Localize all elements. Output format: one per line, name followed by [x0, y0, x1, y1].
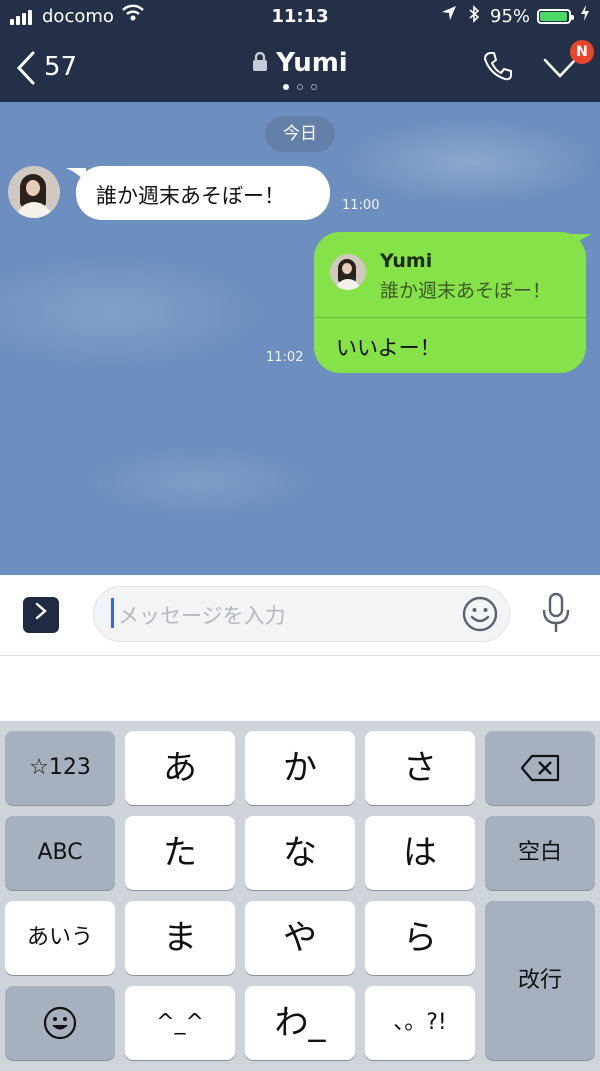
chat-title-text: Yumi [276, 48, 348, 78]
chat-header: docomo 11:13 95% 57 Yumi N [0, 0, 600, 102]
suggestion-area [0, 656, 600, 721]
key-punctuation[interactable]: 、。?! [365, 986, 475, 1060]
emoji-key[interactable] [5, 986, 115, 1060]
emoji-icon [43, 1006, 77, 1040]
quote-text: 誰か週末あそぼー！ [380, 280, 552, 302]
battery-icon [537, 9, 574, 24]
key-abc[interactable]: ABC [5, 816, 115, 890]
battery-percent: 95% [490, 6, 531, 27]
message-placeholder: メッセージを入力 [118, 604, 286, 628]
key-numbers[interactable]: ☆123 [5, 731, 115, 805]
expand-icon [35, 602, 47, 620]
key-sa[interactable]: さ [365, 731, 475, 805]
text-caret [111, 598, 114, 628]
smile-icon [462, 596, 498, 632]
call-button[interactable] [482, 50, 514, 86]
quote-sender: Yumi [380, 250, 433, 272]
quote-avatar [330, 254, 366, 290]
incoming-message[interactable]: 誰か週末あそぼー！ [76, 166, 330, 220]
chat-area[interactable]: 今日 誰か週末あそぼー！ 11:00 Yumi 誰か週末あそぼー！ いいよー！ … [0, 102, 600, 575]
key-kaomoji[interactable]: ^_^ [125, 986, 235, 1060]
key-ma[interactable]: ま [125, 901, 235, 975]
key-na[interactable]: な [245, 816, 355, 890]
key-a[interactable]: あ [125, 731, 235, 805]
notification-badge: N [570, 40, 594, 64]
key-ka[interactable]: か [245, 731, 355, 805]
key-ya[interactable]: や [245, 901, 355, 975]
avatar[interactable] [8, 166, 60, 218]
outgoing-timestamp: 11:02 [266, 350, 304, 365]
status-bar: docomo 11:13 95% [0, 0, 600, 34]
date-separator: 今日 [265, 116, 335, 152]
key-ta[interactable]: た [125, 816, 235, 890]
key-ra[interactable]: ら [365, 901, 475, 975]
outgoing-message[interactable]: Yumi 誰か週末あそぼー！ いいよー！ [314, 232, 586, 373]
quote-divider [314, 317, 586, 318]
phone-icon [484, 52, 512, 81]
incoming-message-text: 誰か週末あそぼー！ [96, 184, 285, 208]
key-wa[interactable]: わ_ [245, 986, 355, 1060]
delete-key[interactable] [485, 731, 595, 805]
key-kana[interactable]: あいう [5, 901, 115, 975]
charging-icon [580, 5, 590, 25]
voice-button[interactable] [540, 592, 572, 638]
bluetooth-icon [468, 5, 480, 27]
key-ha[interactable]: は [365, 816, 475, 890]
lock-icon [252, 49, 268, 79]
space-key[interactable]: 空白 [485, 816, 595, 890]
incoming-timestamp: 11:00 [342, 198, 380, 213]
location-icon [441, 5, 457, 25]
keyboard: ☆123 あ か さ ABC た な は 空白 あいう ま や ら 改行 ^_^… [0, 721, 600, 1067]
outgoing-message-text: いいよー！ [336, 336, 441, 360]
expand-button[interactable] [23, 597, 59, 633]
backspace-icon [520, 754, 560, 782]
return-key[interactable]: 改行 [485, 901, 595, 1060]
microphone-icon [542, 592, 570, 632]
emoji-button[interactable] [462, 596, 498, 636]
